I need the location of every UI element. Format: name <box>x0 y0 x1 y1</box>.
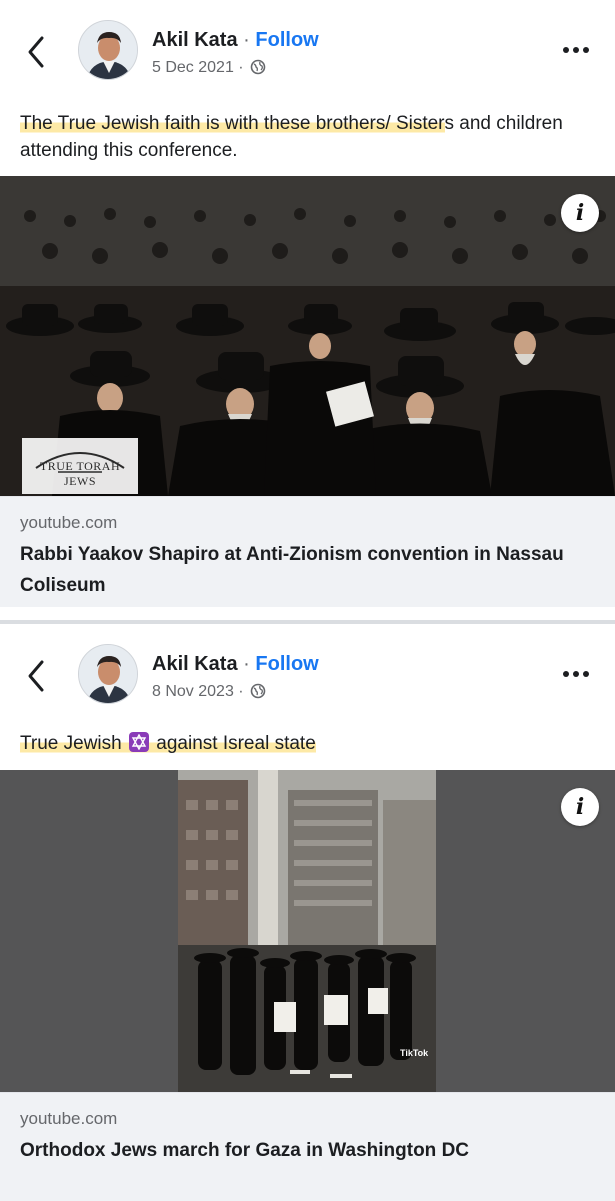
back-button[interactable] <box>22 658 52 694</box>
avatar[interactable] <box>78 644 138 704</box>
author-name[interactable]: Akil Kata <box>152 653 238 675</box>
post-card: Akil Kata · Follow 8 Nov 2023 · True Jew… <box>0 624 615 1201</box>
info-button[interactable]: i <box>561 788 599 826</box>
globe-icon <box>250 59 266 82</box>
highlighted-text: True Jewish against Isreal state <box>20 732 316 754</box>
link-domain: youtube.com <box>20 1109 118 1128</box>
post-text: True Jewish against Isreal state <box>20 730 600 757</box>
post-card: Akil Kata · Follow 5 Dec 2021 · The True… <box>0 0 615 620</box>
true-torah-jews-watermark: TRUE TORAH JEWS <box>22 438 138 494</box>
avatar[interactable] <box>78 20 138 80</box>
post-date[interactable]: 8 Nov 2023 <box>152 683 234 700</box>
more-horizontal-icon <box>563 47 589 53</box>
post-text-end: against Isreal state <box>151 733 316 754</box>
tiktok-watermark: TikTok <box>400 1048 429 1058</box>
separator: · <box>243 653 250 675</box>
more-options-button[interactable] <box>559 664 593 684</box>
follow-button[interactable]: Follow <box>255 653 318 675</box>
meta-separator: · <box>238 683 244 700</box>
link-preview[interactable]: youtube.com Rabbi Yaakov Shapiro at Anti… <box>0 496 615 607</box>
author-line: Akil Kata · Follow <box>152 28 319 52</box>
chevron-left-icon <box>28 36 44 68</box>
march-illustration <box>178 770 436 1092</box>
author-name[interactable]: Akil Kata <box>152 29 238 51</box>
meta-separator: · <box>238 59 244 76</box>
post-date[interactable]: 5 Dec 2021 <box>152 59 234 76</box>
more-horizontal-icon <box>563 671 589 677</box>
link-title: Rabbi Yaakov Shapiro at Anti-Zionism con… <box>20 544 564 596</box>
post-text: The True Jewish faith is with these brot… <box>20 110 600 164</box>
chevron-left-icon <box>28 660 44 692</box>
info-button[interactable]: i <box>561 194 599 232</box>
follow-button[interactable]: Follow <box>255 29 318 51</box>
watermark-text: TRUE TORAH JEWS <box>39 459 121 488</box>
post-meta: 8 Nov 2023 · <box>152 681 266 706</box>
link-preview[interactable]: youtube.com Orthodox Jews march for Gaza… <box>0 1092 615 1201</box>
link-domain: youtube.com <box>20 513 118 532</box>
author-line: Akil Kata · Follow <box>152 652 319 676</box>
post-text-start: True Jewish <box>20 733 127 754</box>
back-button[interactable] <box>22 34 52 70</box>
globe-icon <box>250 683 266 706</box>
info-icon: i <box>575 200 585 226</box>
info-icon: i <box>575 794 585 820</box>
post-meta: 5 Dec 2021 · <box>152 57 266 82</box>
more-options-button[interactable] <box>559 40 593 60</box>
post-image[interactable]: TRUE TORAH JEWS i <box>0 176 615 496</box>
link-title: Orthodox Jews march for Gaza in Washingt… <box>20 1140 470 1161</box>
video-frame: TikTok <box>178 770 436 1092</box>
separator: · <box>243 29 250 51</box>
star-of-david-icon <box>129 732 149 752</box>
post-video[interactable]: TikTok i <box>0 770 615 1092</box>
highlighted-text: The True Jewish faith is with these brot… <box>20 113 445 134</box>
